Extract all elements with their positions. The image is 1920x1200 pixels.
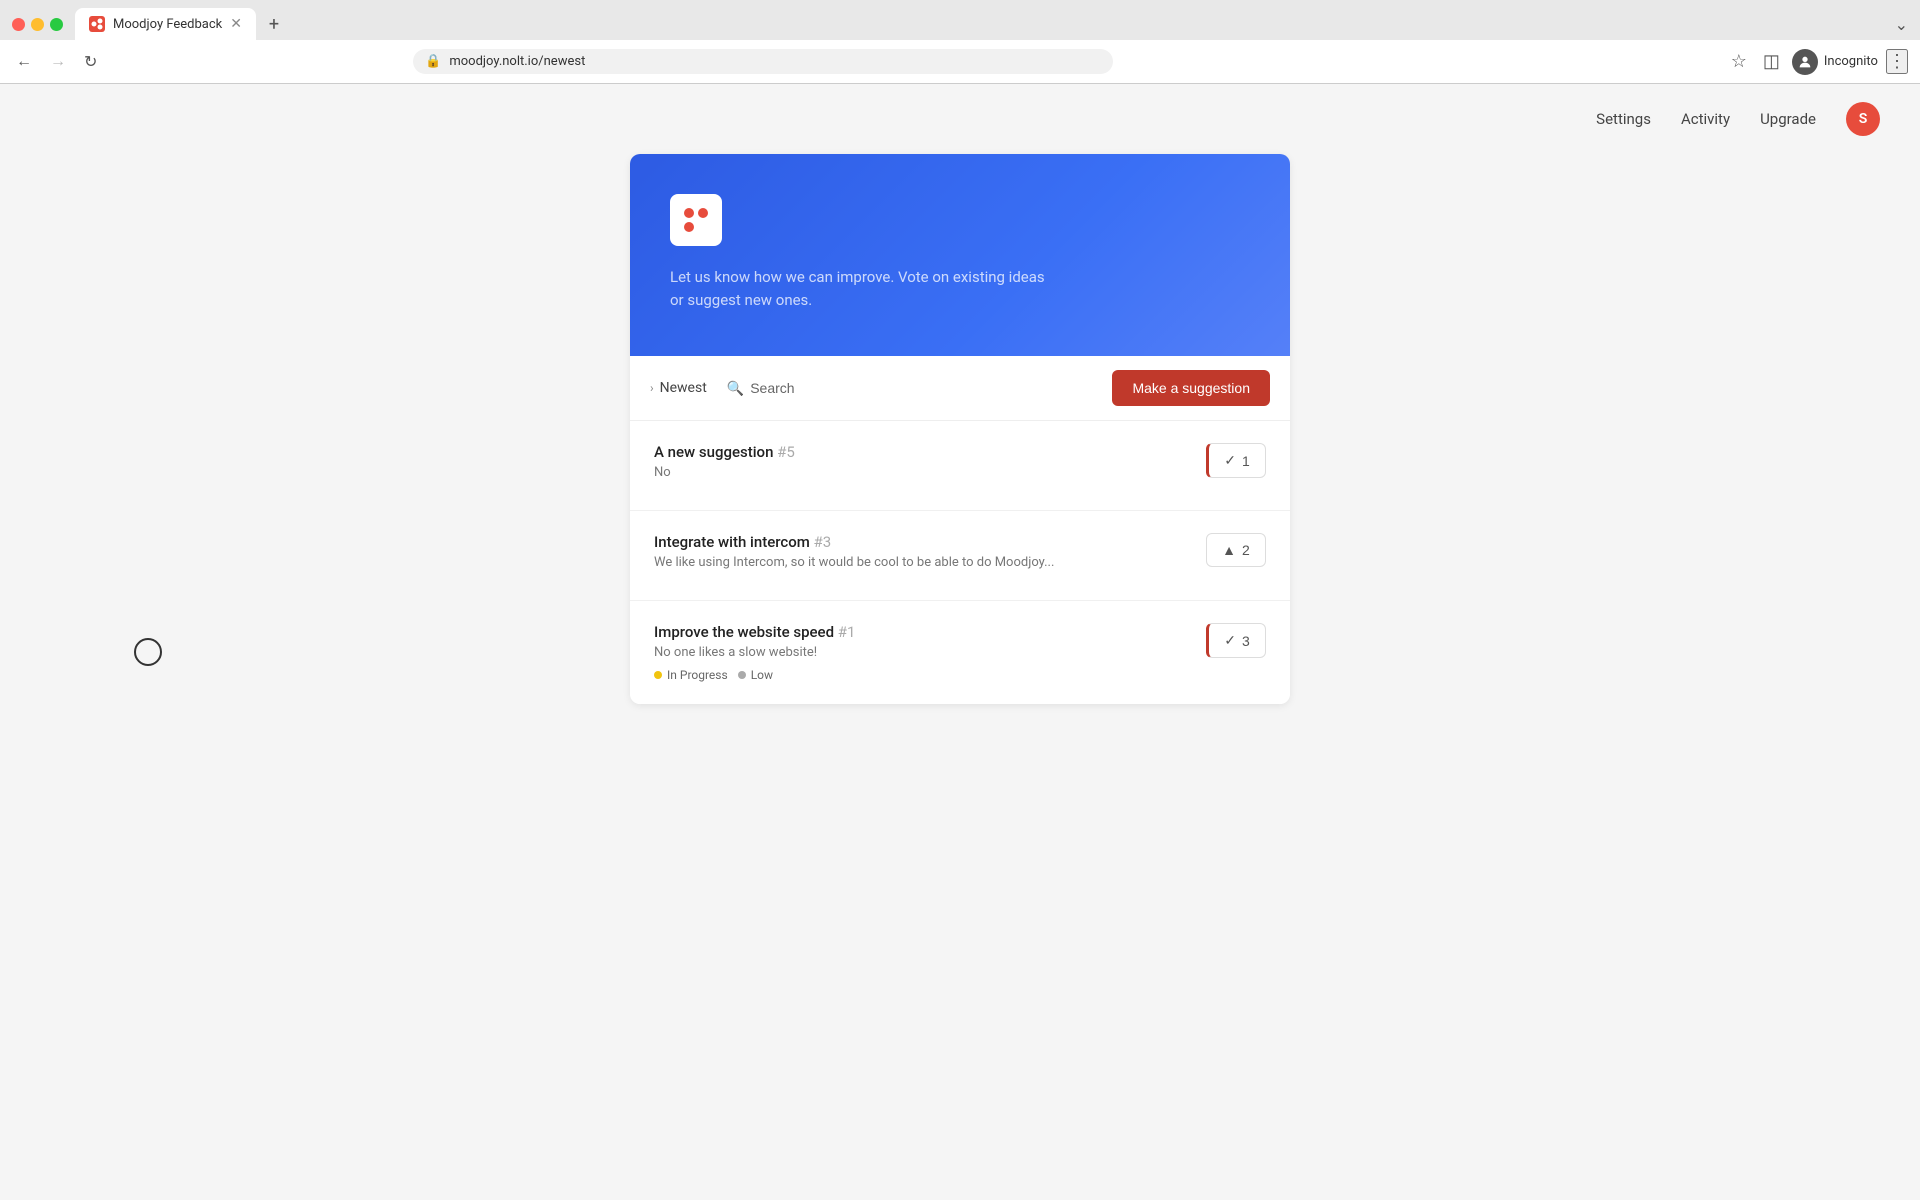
vote-button[interactable]: ▲2 bbox=[1206, 533, 1266, 567]
window-close-button[interactable] bbox=[12, 18, 25, 31]
suggestion-title: A new suggestion #5 bbox=[654, 443, 1190, 461]
url-bar[interactable]: 🔒 moodjoy.nolt.io/newest bbox=[413, 49, 1113, 74]
newest-filter[interactable]: › Newest bbox=[650, 380, 707, 396]
lock-icon: 🔒 bbox=[425, 54, 441, 69]
tag-dot bbox=[654, 671, 662, 679]
search-icon: 🔍 bbox=[727, 380, 744, 397]
vote-icon: ▲ bbox=[1222, 542, 1236, 558]
window-minimize-button[interactable] bbox=[31, 18, 44, 31]
bookmark-button[interactable]: ☆ bbox=[1727, 47, 1751, 76]
suggestion-number: #5 bbox=[777, 443, 795, 461]
vote-count: 3 bbox=[1242, 633, 1250, 649]
hero-logo bbox=[670, 194, 722, 246]
tag-label: Low bbox=[751, 668, 773, 682]
logo-dot-2 bbox=[698, 208, 708, 218]
suggestion-desc: We like using Intercom, so it would be c… bbox=[654, 555, 1190, 570]
logo-dot-3 bbox=[684, 222, 694, 232]
make-suggestion-button[interactable]: Make a suggestion bbox=[1112, 370, 1270, 406]
sidebar-button[interactable]: ◫ bbox=[1759, 47, 1784, 76]
search-label: Search bbox=[750, 380, 794, 396]
back-button[interactable]: ← bbox=[12, 49, 36, 75]
suggestion-item: Improve the website speed #1 No one likes… bbox=[630, 601, 1290, 704]
vote-icon: ✓ bbox=[1224, 632, 1236, 649]
reload-button[interactable]: ↻ bbox=[80, 48, 101, 76]
suggestion-number: #1 bbox=[838, 623, 856, 641]
vote-icon: ✓ bbox=[1224, 452, 1236, 469]
incognito-area: Incognito bbox=[1792, 49, 1878, 75]
tag: In Progress bbox=[654, 668, 728, 682]
window-controls bbox=[12, 18, 63, 31]
url-text: moodjoy.nolt.io/newest bbox=[449, 54, 1101, 69]
suggestion-title: Integrate with intercom #3 bbox=[654, 533, 1190, 551]
hero-banner: Let us know how we can improve. Vote on … bbox=[630, 154, 1290, 356]
suggestion-content: Integrate with intercom #3 We like using … bbox=[654, 533, 1190, 578]
forward-button[interactable]: → bbox=[46, 49, 70, 75]
logo-dot-1 bbox=[684, 208, 694, 218]
top-nav-links: Settings Activity Upgrade S bbox=[1596, 102, 1880, 136]
newest-label: Newest bbox=[660, 380, 707, 396]
incognito-label: Incognito bbox=[1824, 54, 1878, 69]
tab-title: Moodjoy Feedback bbox=[113, 17, 222, 32]
tab-favicon bbox=[89, 16, 105, 32]
top-nav: Settings Activity Upgrade S bbox=[0, 84, 1920, 154]
active-tab[interactable]: Moodjoy Feedback ✕ bbox=[75, 8, 256, 40]
tag-label: In Progress bbox=[667, 668, 728, 682]
browser-chrome: Moodjoy Feedback ✕ + ⌄ ← → ↻ 🔒 moodjoy.n… bbox=[0, 0, 1920, 84]
hero-description: Let us know how we can improve. Vote on … bbox=[670, 266, 1050, 311]
suggestion-item: Integrate with intercom #3 We like using … bbox=[630, 511, 1290, 601]
vote-button[interactable]: ✓1 bbox=[1206, 443, 1266, 478]
collapse-button[interactable]: ⌄ bbox=[1895, 15, 1908, 34]
tab-bar: Moodjoy Feedback ✕ + ⌄ bbox=[0, 0, 1920, 40]
suggestion-content: Improve the website speed #1 No one likes… bbox=[654, 623, 1190, 682]
toolbar-right: ☆ ◫ Incognito ⋮ bbox=[1727, 47, 1908, 76]
browser-menu-button[interactable]: ⋮ bbox=[1886, 49, 1908, 74]
vote-count: 2 bbox=[1242, 542, 1250, 558]
suggestion-item: A new suggestion #5No✓1 bbox=[630, 421, 1290, 511]
filter-bar: › Newest 🔍 Search Make a suggestion bbox=[630, 356, 1290, 421]
feedback-card: Let us know how we can improve. Vote on … bbox=[630, 154, 1290, 704]
new-tab-button[interactable]: + bbox=[260, 10, 288, 38]
activity-link[interactable]: Activity bbox=[1681, 110, 1730, 128]
chevron-right-icon: › bbox=[650, 381, 654, 395]
upgrade-link[interactable]: Upgrade bbox=[1760, 110, 1816, 128]
tag: Low bbox=[738, 668, 773, 682]
suggestion-desc: No bbox=[654, 465, 1190, 480]
tag-dot bbox=[738, 671, 746, 679]
suggestion-number: #3 bbox=[814, 533, 832, 551]
avatar[interactable]: S bbox=[1846, 102, 1880, 136]
app-page: Settings Activity Upgrade S Let us know … bbox=[0, 84, 1920, 1200]
incognito-icon bbox=[1792, 49, 1818, 75]
logo-dots bbox=[676, 200, 716, 240]
settings-link[interactable]: Settings bbox=[1596, 110, 1651, 128]
window-maximize-button[interactable] bbox=[50, 18, 63, 31]
tab-close-button[interactable]: ✕ bbox=[230, 17, 242, 31]
main-content: Let us know how we can improve. Vote on … bbox=[0, 154, 1920, 764]
suggestion-title: Improve the website speed #1 bbox=[654, 623, 1190, 641]
suggestion-desc: No one likes a slow website! bbox=[654, 645, 1190, 660]
vote-button[interactable]: ✓3 bbox=[1206, 623, 1266, 658]
suggestion-tags: In Progress Low bbox=[654, 668, 1190, 682]
address-bar: ← → ↻ 🔒 moodjoy.nolt.io/newest ☆ ◫ Incog… bbox=[0, 40, 1920, 84]
search-button[interactable]: 🔍 Search bbox=[727, 380, 795, 397]
suggestion-content: A new suggestion #5 No bbox=[654, 443, 1190, 488]
suggestions-list: A new suggestion #5No✓1Integrate with in… bbox=[630, 421, 1290, 704]
vote-count: 1 bbox=[1242, 453, 1250, 469]
